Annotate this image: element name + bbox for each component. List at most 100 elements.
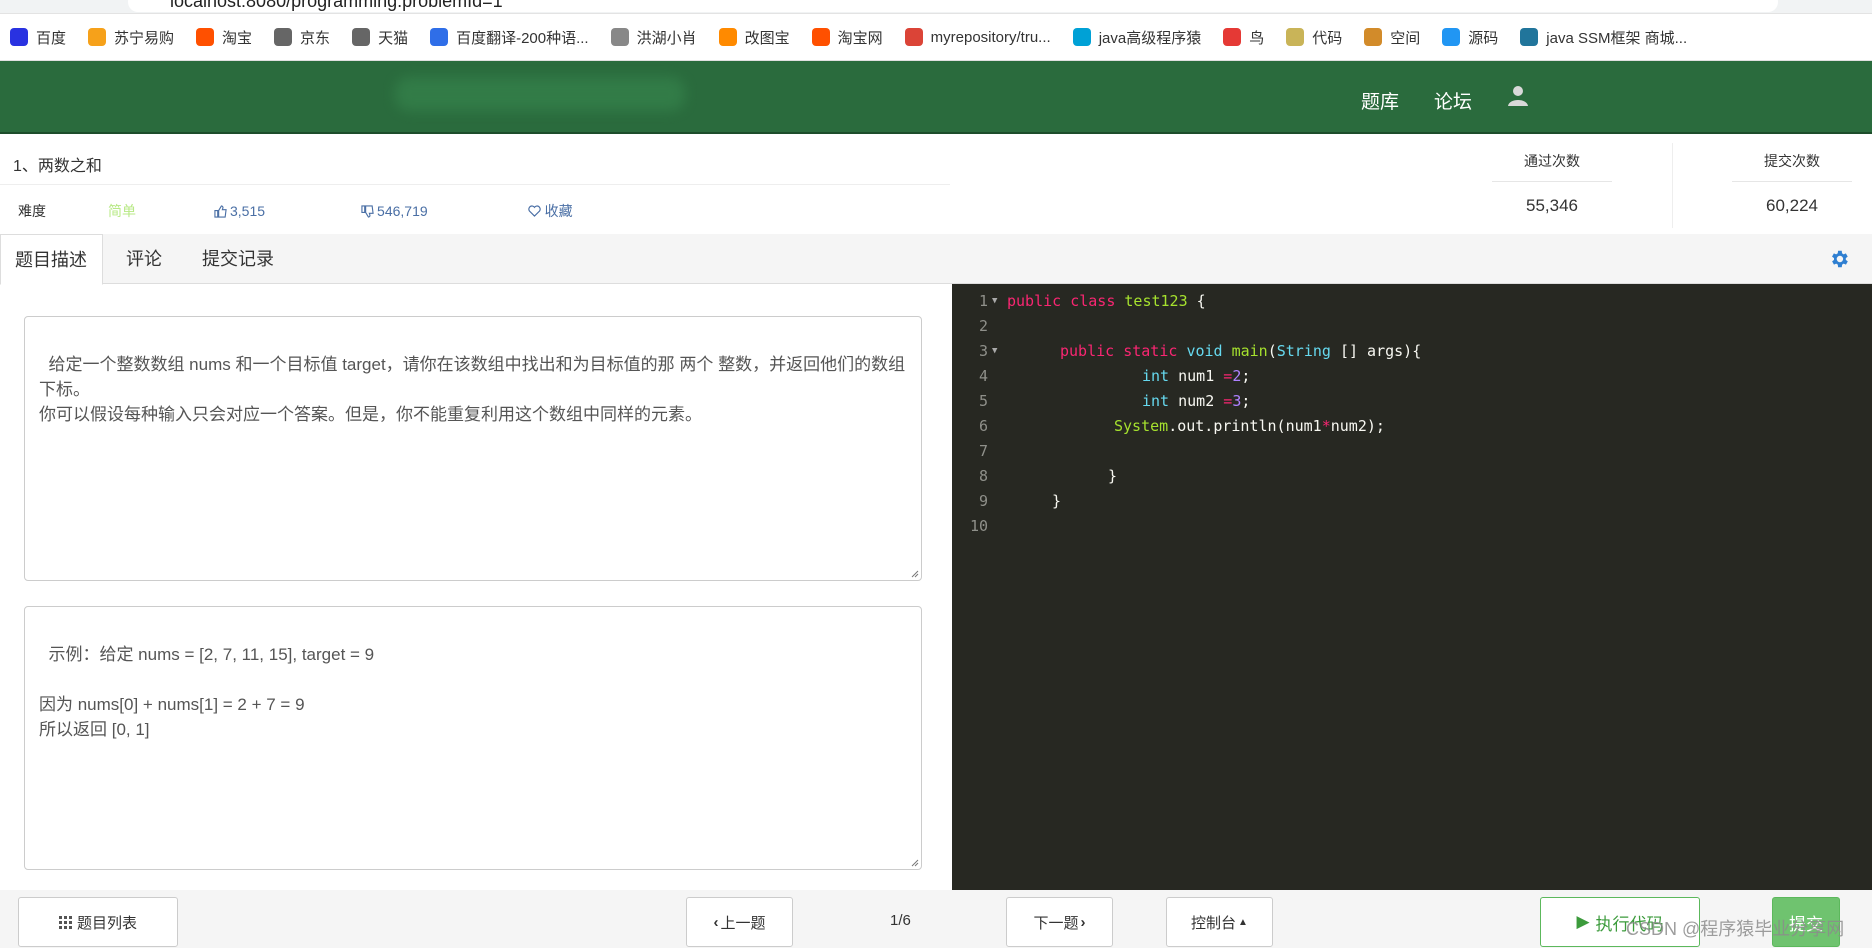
bookmark-label: 天猫: [378, 29, 409, 47]
code-token: .out.println(num1: [1168, 417, 1322, 435]
code-line-1: public class test123 {: [1007, 292, 1206, 310]
line-number: 3: [978, 342, 988, 360]
line-number: 1: [978, 292, 988, 310]
code-token: test123: [1124, 292, 1188, 310]
gear-icon[interactable]: [1828, 248, 1850, 270]
divider: [1672, 143, 1673, 228]
browser-toolbar: localhost:8080/programming.problemId=1: [0, 0, 1872, 14]
leaf-icon: [1286, 28, 1305, 46]
whale-icon: [1442, 28, 1461, 46]
code-token: class: [1070, 292, 1116, 310]
footer-toolbar: 题目列表 ‹ 上一题 1/6 下一题 › 控制台 ▲ ▶ 执行代码 提交: [0, 890, 1872, 948]
line-number: 7: [978, 442, 988, 460]
grid-icon: [58, 915, 72, 929]
submit-count-stat: 提交次数 60,224: [1732, 151, 1852, 216]
bookmark-label: 淘宝: [222, 29, 253, 47]
code-editor[interactable]: 1 2 3 4 5 6 7 8 9 10 ▼ ▼ public class te…: [952, 284, 1872, 890]
code-token: [] args){: [1330, 342, 1422, 360]
tab-comments[interactable]: 评论: [112, 234, 176, 284]
next-problem-label: 下一题: [1033, 914, 1079, 932]
bookmark-item[interactable]: java SSM框架 商城...: [1520, 27, 1687, 48]
chevron-right-icon: ›: [1080, 913, 1086, 931]
pass-count-label: 通过次数: [1492, 151, 1612, 182]
console-toggle-button[interactable]: 控制台 ▲: [1166, 897, 1273, 947]
bookmark-item[interactable]: 天猫: [352, 27, 408, 48]
problem-meta: 难度 简单 3,515 546,719 收藏: [18, 201, 573, 221]
line-number: 6: [978, 417, 988, 435]
code-token: num2: [1178, 392, 1215, 410]
caret-up-icon: ▲: [1238, 916, 1248, 928]
bookmark-item[interactable]: 淘宝: [196, 27, 252, 48]
code-token: =: [1214, 367, 1233, 385]
bookmark-item[interactable]: 改图宝: [718, 27, 790, 48]
resize-handle-icon[interactable]: [909, 568, 919, 578]
fold-arrow-icon[interactable]: ▼: [992, 346, 997, 356]
code-token: void: [1186, 342, 1223, 360]
bookmark-item[interactable]: 鸟: [1223, 27, 1264, 48]
problem-title: 1、两数之和: [13, 158, 102, 175]
code-token: public: [1060, 342, 1115, 360]
bookmark-item[interactable]: 淘宝网: [811, 27, 883, 48]
bookmark-label: 百度: [36, 29, 67, 47]
globe-icon: [274, 28, 293, 46]
bird-icon: [610, 28, 629, 46]
code-token: main: [1231, 342, 1268, 360]
code-line-5: int num2 =3;: [1142, 392, 1250, 410]
tab-submissions[interactable]: 提交记录: [188, 234, 288, 284]
description-textarea[interactable]: 给定一个整数数组 nums 和一个目标值 target，请你在该数组中找出和为目…: [24, 316, 922, 581]
code-token: ;: [1241, 367, 1251, 385]
site-header: 题库 论坛: [0, 61, 1872, 134]
like-button[interactable]: 3,515: [214, 203, 265, 219]
tab-description[interactable]: 题目描述: [0, 234, 103, 285]
nav-forum[interactable]: 论坛: [1434, 87, 1472, 114]
bookmark-item[interactable]: myrepository/tru...: [904, 28, 1051, 46]
folder-icon: [718, 28, 737, 46]
prev-problem-button[interactable]: ‹ 上一题: [686, 897, 793, 947]
bookmark-item[interactable]: 百度: [10, 27, 66, 48]
taobao-icon: [196, 28, 215, 46]
difficulty-badge: 简单: [108, 203, 136, 219]
favorite-button[interactable]: 收藏: [527, 201, 573, 221]
bookmark-item[interactable]: 空间: [1364, 27, 1420, 48]
submit-count-value: 60,224: [1766, 196, 1818, 215]
code-line-6: System.out.println(num1*num2);: [1114, 417, 1385, 435]
code-token: (: [1267, 342, 1277, 360]
bookmark-item[interactable]: 百度翻译-200种语...: [430, 27, 589, 48]
bookmark-item[interactable]: 京东: [274, 27, 330, 48]
bookmark-label: 代码: [1312, 29, 1343, 47]
line-number: 10: [969, 517, 988, 535]
address-bar[interactable]: localhost:8080/programming.problemId=1: [128, 0, 1778, 12]
user-icon[interactable]: [1508, 85, 1528, 107]
line-number: 5: [978, 392, 988, 410]
next-problem-button[interactable]: 下一题 ›: [1006, 897, 1113, 947]
bookmark-label: 源码: [1468, 29, 1499, 47]
bookmark-item[interactable]: 苏宁易购: [88, 27, 174, 48]
problem-list-label: 题目列表: [76, 914, 137, 932]
page-indicator: 1/6: [890, 912, 911, 929]
bookmark-item[interactable]: java高级程序猿: [1072, 27, 1202, 48]
code-token: =: [1214, 392, 1233, 410]
example-textarea[interactable]: 示例：给定 nums = [2, 7, 11, 15], target = 9 …: [24, 606, 922, 870]
dislike-button[interactable]: 546,719: [361, 203, 428, 219]
code-line-9: }: [1052, 492, 1062, 510]
resize-handle-icon[interactable]: [909, 857, 919, 867]
bookmark-label: myrepository/tru...: [930, 28, 1051, 46]
code-token: System: [1114, 417, 1169, 435]
code-token: String: [1276, 342, 1331, 360]
fold-arrow-icon[interactable]: ▼: [992, 296, 997, 306]
code-line-3: public static void main(String [] args){: [1060, 342, 1421, 360]
bookmark-label: 淘宝网: [837, 29, 883, 47]
bilibili-icon: [1072, 28, 1091, 46]
nav-problem-bank[interactable]: 题库: [1361, 87, 1399, 114]
bookmark-label: 苏宁易购: [114, 29, 175, 47]
code-token: num1: [1178, 367, 1215, 385]
bookmark-item[interactable]: 洪湖小肖: [610, 27, 697, 48]
chevron-left-icon: ‹: [713, 913, 719, 931]
thumbs-down-icon: [361, 204, 374, 218]
bookmark-item[interactable]: 代码: [1286, 27, 1342, 48]
bookmark-label: java高级程序猿: [1098, 29, 1202, 47]
translate-icon: [430, 28, 449, 46]
bookmark-label: 空间: [1390, 29, 1421, 47]
problem-list-button[interactable]: 题目列表: [18, 897, 178, 947]
bookmark-item[interactable]: 源码: [1442, 27, 1498, 48]
